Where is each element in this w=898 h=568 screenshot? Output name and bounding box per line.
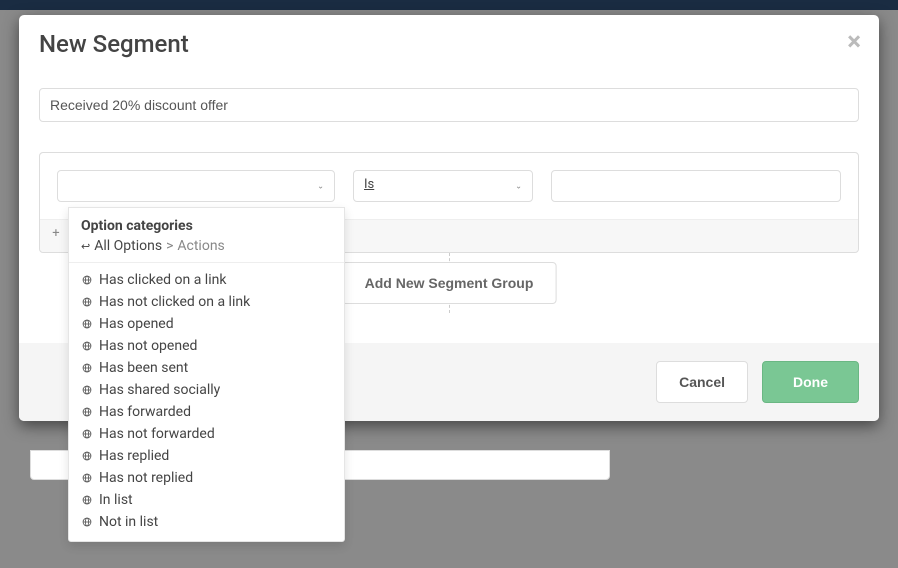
dropdown-option[interactable]: In list (69, 489, 344, 511)
segment-name-input[interactable] (39, 88, 859, 122)
dropdown-option-label: Has replied (99, 448, 169, 464)
breadcrumb-separator: > (166, 238, 173, 254)
close-icon[interactable]: × (847, 29, 861, 55)
dropdown-option-label: Has not forwarded (99, 426, 215, 442)
globe-icon (81, 494, 93, 506)
back-arrow-icon[interactable]: ↩ (81, 240, 90, 253)
breadcrumb-root-link[interactable]: All Options (94, 238, 162, 254)
globe-icon (81, 428, 93, 440)
globe-icon (81, 472, 93, 484)
dropdown-option[interactable]: Has clicked on a link (69, 269, 344, 291)
dropdown-option[interactable]: Has not forwarded (69, 423, 344, 445)
dropdown-option[interactable]: Has not replied (69, 467, 344, 489)
globe-icon (81, 296, 93, 308)
rule-operator-label: Is (364, 177, 374, 192)
dropdown-option-label: Has not replied (99, 470, 193, 486)
rule-field-select[interactable]: ⌄ (57, 170, 335, 202)
done-button[interactable]: Done (762, 361, 859, 403)
dropdown-breadcrumb: ↩ All Options > Actions (81, 238, 332, 254)
dropdown-option[interactable]: Has been sent (69, 357, 344, 379)
dropdown-option[interactable]: Has not opened (69, 335, 344, 357)
globe-icon (81, 340, 93, 352)
dropdown-option-label: Has been sent (99, 360, 188, 376)
globe-icon (81, 318, 93, 330)
globe-icon (81, 406, 93, 418)
add-rule-button[interactable]: + (48, 226, 64, 246)
globe-icon (81, 450, 93, 462)
dropdown-header: Option categories ↩ All Options > Action… (69, 208, 344, 262)
breadcrumb-current: Actions (177, 238, 224, 254)
globe-icon (81, 516, 93, 528)
rule-value-input[interactable] (551, 170, 841, 202)
dropdown-option-list: Has clicked on a link Has not clicked on … (69, 263, 344, 541)
dropdown-option[interactable]: Has opened (69, 313, 344, 335)
dropdown-option-label: Has not opened (99, 338, 197, 354)
globe-icon (81, 362, 93, 374)
chevron-down-icon: ⌄ (515, 182, 522, 191)
cancel-button[interactable]: Cancel (656, 361, 748, 403)
rule-operator-select[interactable]: Is ⌄ (353, 170, 533, 202)
globe-icon (81, 274, 93, 286)
modal-title: New Segment (39, 30, 859, 58)
modal-header: New Segment × (19, 15, 879, 68)
dropdown-option-label: Not in list (99, 514, 158, 530)
add-segment-group-button[interactable]: Add New Segment Group (342, 262, 557, 304)
dropdown-option-label: Has not clicked on a link (99, 294, 250, 310)
dropdown-option-label: Has shared socially (99, 382, 220, 398)
dropdown-option-label: Has opened (99, 316, 174, 332)
dropdown-option[interactable]: Has replied (69, 445, 344, 467)
dropdown-option-label: Has forwarded (99, 404, 191, 420)
chevron-down-icon: ⌄ (317, 182, 324, 191)
dropdown-option[interactable]: Not in list (69, 511, 344, 533)
dropdown-option[interactable]: Has forwarded (69, 401, 344, 423)
rule-field-dropdown: Option categories ↩ All Options > Action… (68, 207, 345, 542)
dropdown-category-title: Option categories (81, 218, 332, 234)
dropdown-option[interactable]: Has shared socially (69, 379, 344, 401)
dropdown-option-label: In list (99, 492, 133, 508)
dropdown-option-label: Has clicked on a link (99, 272, 226, 288)
dropdown-option[interactable]: Has not clicked on a link (69, 291, 344, 313)
globe-icon (81, 384, 93, 396)
